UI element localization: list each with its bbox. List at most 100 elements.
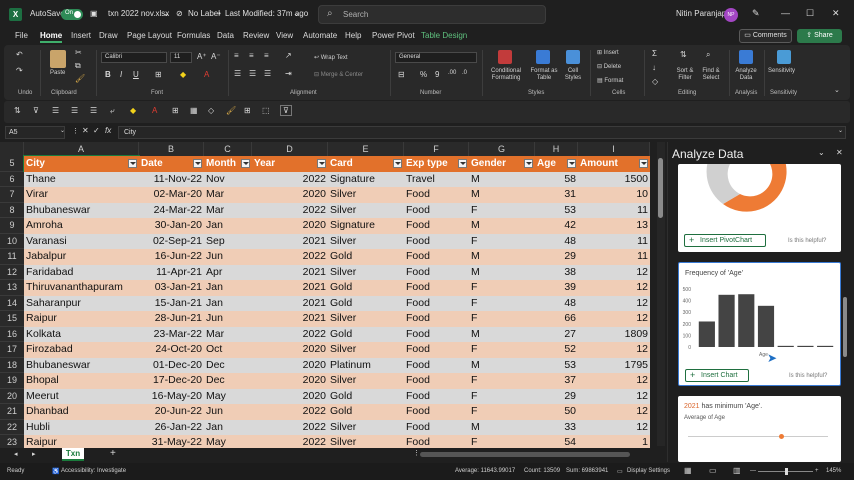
- sort-filter-button[interactable]: Sort & Filter: [674, 68, 696, 82]
- table-cell[interactable]: Bhubaneswar: [24, 357, 139, 373]
- find-icon[interactable]: ⌕: [706, 50, 710, 60]
- analyze-data-icon[interactable]: [739, 50, 753, 64]
- insert-cells-button[interactable]: ⊞ Insert: [597, 50, 619, 57]
- table-cell[interactable]: Oct: [204, 342, 252, 358]
- table-cell[interactable]: 42: [535, 218, 578, 234]
- tab-table-design[interactable]: Table Design: [421, 31, 467, 40]
- table-cell[interactable]: 2021: [252, 311, 328, 327]
- row-header[interactable]: 17: [0, 342, 24, 358]
- orientation-icon[interactable]: ↗: [285, 51, 292, 60]
- table-cell[interactable]: 12: [578, 419, 650, 435]
- table-cell[interactable]: Jan: [204, 419, 252, 435]
- table-cell[interactable]: Food: [404, 249, 469, 265]
- underline-icon[interactable]: U: [133, 70, 139, 79]
- close-icon[interactable]: ✕: [832, 8, 840, 19]
- table-cell[interactable]: 37: [535, 373, 578, 389]
- table-cell[interactable]: Jan: [204, 218, 252, 234]
- table-cell[interactable]: M: [469, 357, 535, 373]
- cut-icon[interactable]: ✂: [75, 48, 82, 57]
- table-cell[interactable]: 2020: [252, 388, 328, 404]
- table-cell[interactable]: 01-Dec-20: [139, 357, 204, 373]
- formula-input[interactable]: City: [118, 126, 846, 139]
- table-cell[interactable]: Food: [404, 264, 469, 280]
- qat-sort-icon[interactable]: ⇅: [14, 106, 21, 115]
- table-cell[interactable]: F: [469, 404, 535, 420]
- display-settings[interactable]: Display Settings: [627, 468, 670, 474]
- tab-page-layout[interactable]: Page Layout: [127, 31, 172, 40]
- table-cell[interactable]: Virar: [24, 187, 139, 203]
- table-cell[interactable]: Gold: [328, 404, 404, 420]
- column-header[interactable]: C: [204, 142, 252, 156]
- column-header[interactable]: B: [139, 142, 204, 156]
- qat-fill-color-icon[interactable]: ◆: [130, 106, 136, 115]
- table-cell[interactable]: Food: [404, 202, 469, 218]
- merge-center-button[interactable]: ⊟ Merge & Center: [314, 72, 363, 79]
- qat-wrap-icon[interactable]: ⤶: [110, 106, 114, 116]
- table-cell[interactable]: Travel: [404, 171, 469, 187]
- table-cell[interactable]: Signature: [328, 218, 404, 234]
- table-cell[interactable]: Silver: [328, 311, 404, 327]
- table-cell[interactable]: Jan: [204, 295, 252, 311]
- table-cell[interactable]: M: [469, 249, 535, 265]
- pane-close-icon[interactable]: ✕: [836, 148, 843, 157]
- scroll-thumb[interactable]: [658, 158, 663, 218]
- table-cell[interactable]: Gold: [328, 326, 404, 342]
- row-header[interactable]: 9: [0, 218, 24, 234]
- filter-dropdown-icon[interactable]: [567, 159, 576, 168]
- row-header[interactable]: 16: [0, 326, 24, 342]
- decrease-decimal-icon[interactable]: .0: [462, 70, 467, 76]
- collapse-ribbon-icon[interactable]: ⌄: [834, 86, 840, 94]
- table-cell[interactable]: Kolkata: [24, 326, 139, 342]
- qat-table-icon[interactable]: ⊞: [244, 106, 251, 115]
- copy-icon[interactable]: ⧉: [75, 61, 81, 71]
- user-name[interactable]: Nitin Paranjape: [676, 9, 731, 18]
- table-cell[interactable]: 2021: [252, 280, 328, 296]
- sensitivity-icon[interactable]: [777, 50, 791, 64]
- wrap-text-button[interactable]: ↩ Wrap Text: [314, 55, 348, 62]
- table-cell[interactable]: Food: [404, 357, 469, 373]
- table-cell[interactable]: 27: [535, 326, 578, 342]
- table-cell[interactable]: 2020: [252, 218, 328, 234]
- table-cell[interactable]: Nov: [204, 171, 252, 187]
- row-header[interactable]: 19: [0, 373, 24, 389]
- sensitivity-button[interactable]: Sensitivity: [768, 68, 795, 75]
- comma-icon[interactable]: 9: [435, 70, 439, 79]
- tab-home[interactable]: Home: [40, 31, 63, 43]
- qat-align-right-icon[interactable]: ☰: [90, 106, 97, 115]
- name-box[interactable]: A5: [5, 126, 65, 139]
- align-bottom-icon[interactable]: ≡: [264, 51, 269, 60]
- table-cell[interactable]: 12: [578, 311, 650, 327]
- is-this-helpful[interactable]: Is this helpful?: [788, 238, 826, 244]
- table-cell[interactable]: 24-Oct-20: [139, 342, 204, 358]
- font-name-dropdown[interactable]: Calibri: [101, 52, 167, 63]
- zoom-out-icon[interactable]: —: [750, 468, 756, 474]
- table-cell[interactable]: M: [469, 326, 535, 342]
- table-cell[interactable]: Gold: [328, 295, 404, 311]
- table-cell[interactable]: Thane: [24, 171, 139, 187]
- tab-review[interactable]: Review: [243, 31, 269, 40]
- cancel-icon[interactable]: ✕: [82, 126, 89, 135]
- column-header[interactable]: G: [469, 142, 535, 156]
- save-icon[interactable]: ▣: [90, 9, 98, 18]
- table-cell[interactable]: 2022: [252, 435, 328, 448]
- table-cell[interactable]: 2020: [252, 187, 328, 203]
- table-cell[interactable]: 17-Dec-20: [139, 373, 204, 389]
- table-cell[interactable]: 53: [535, 357, 578, 373]
- filter-dropdown-icon[interactable]: [193, 159, 202, 168]
- column-header[interactable]: E: [328, 142, 404, 156]
- table-cell[interactable]: 02-Mar-20: [139, 187, 204, 203]
- table-cell[interactable]: Silver: [328, 233, 404, 249]
- font-size-dropdown[interactable]: 11: [170, 52, 192, 63]
- table-cell[interactable]: F: [469, 233, 535, 249]
- align-middle-icon[interactable]: ≡: [249, 51, 254, 60]
- font-color-icon[interactable]: A: [204, 70, 209, 79]
- insert-chart-button[interactable]: Insert Chart: [685, 369, 749, 382]
- paste-label[interactable]: Paste: [50, 70, 65, 77]
- row-header[interactable]: 15: [0, 311, 24, 327]
- minimize-icon[interactable]: —: [781, 8, 790, 18]
- table-cell[interactable]: M: [469, 419, 535, 435]
- table-cell[interactable]: Amroha: [24, 218, 139, 234]
- insert-pivotchart-button[interactable]: Insert PivotChart: [684, 234, 766, 247]
- format-as-table-icon[interactable]: [536, 50, 550, 64]
- chevron-down-icon[interactable]: ⌄: [293, 9, 300, 18]
